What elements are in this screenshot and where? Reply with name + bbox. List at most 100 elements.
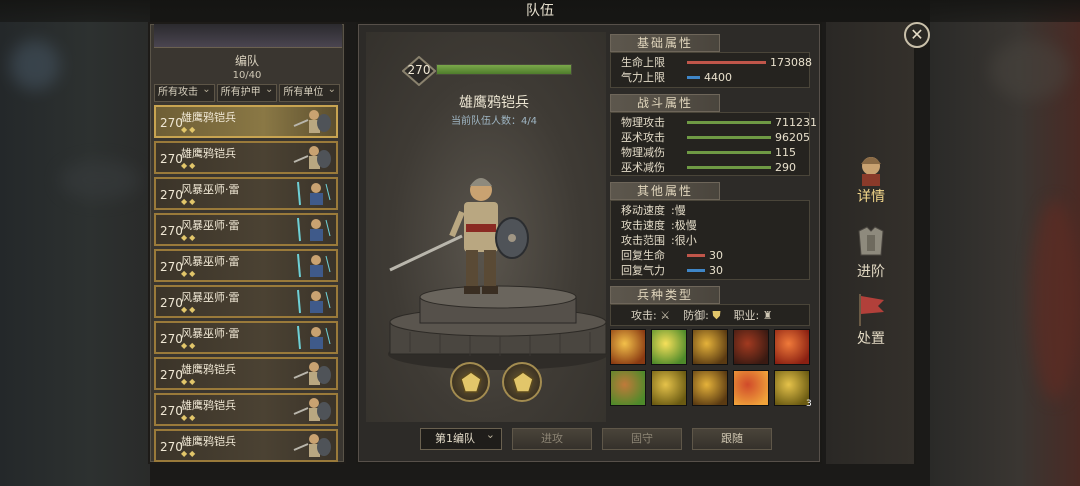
- experience-bar: [436, 64, 572, 75]
- unit-list-item[interactable]: 270 风暴巫师·雷 ◆◆: [154, 249, 338, 282]
- unit-item-name: 风暴巫师·雷: [181, 219, 240, 232]
- unit-item-level: 270: [160, 296, 183, 310]
- roster-title: 编队: [234, 54, 259, 68]
- background-blur: [60, 160, 140, 200]
- follow-command-button[interactable]: 跟随: [692, 428, 772, 450]
- unit-list-item[interactable]: 270 雄鹰鸦铠兵 ◆◆: [154, 429, 338, 462]
- unit-item-stars: ◆◆: [181, 125, 198, 134]
- stat-label: 攻击速度: [621, 219, 665, 232]
- skill-icon[interactable]: [733, 329, 769, 365]
- armor-icon: [858, 226, 884, 256]
- class-icon: ♜: [762, 309, 773, 322]
- unit-filter-dropdown[interactable]: 所有单位: [279, 82, 341, 102]
- squad-dropdown[interactable]: 第1编队: [420, 425, 502, 450]
- skill-icon[interactable]: [733, 370, 769, 406]
- skill-icon[interactable]: [610, 329, 646, 365]
- other-attributes-title: 其他属性: [610, 182, 720, 200]
- tab-details[interactable]: 详情: [826, 142, 916, 212]
- ability-button-1[interactable]: [450, 362, 490, 402]
- attack-command-button[interactable]: 进攻: [512, 428, 592, 450]
- squad-count: 当前队伍人数：4/4: [450, 116, 538, 127]
- stat-row: 生命上限 173088: [617, 55, 812, 70]
- stat-row: 攻击范围 :很小: [617, 233, 809, 248]
- stat-label: 巫术攻击: [621, 131, 665, 144]
- skill-icon[interactable]: [692, 370, 728, 406]
- unit-item-name: 风暴巫师·雷: [181, 255, 240, 268]
- soldier-portrait-icon: [293, 362, 331, 385]
- unit-name: 雄鹰鸦铠兵: [459, 95, 529, 111]
- unit-list-item[interactable]: 270 风暴巫师·雷 ◆◆: [154, 285, 338, 318]
- close-icon: ✕: [910, 25, 924, 44]
- mage-portrait-icon: [297, 217, 331, 242]
- unit-list-item[interactable]: 270 风暴巫师·雷 ◆◆: [154, 213, 338, 246]
- stat-row: 巫术减伤 290: [617, 160, 809, 175]
- stat-row: 巫术攻击 96205: [617, 130, 810, 145]
- stat-value: 290: [775, 161, 796, 174]
- shield-icon: ⛊: [712, 309, 721, 322]
- stat-bar: [687, 269, 705, 272]
- unit-list-item[interactable]: 270 雄鹰鸦铠兵 ◆◆: [154, 105, 338, 138]
- stat-label: 攻击范围: [621, 234, 665, 247]
- stat-label: 回复气力: [621, 264, 665, 277]
- stat-value: 30: [709, 249, 723, 262]
- mage-portrait-icon: [297, 289, 331, 314]
- unit-item-name: 雄鹰鸦铠兵: [181, 363, 236, 376]
- stat-row: 气力上限 4400: [617, 70, 809, 85]
- tab-advance[interactable]: 进阶: [826, 217, 916, 287]
- stat-row: 移动速度:慢: [617, 203, 809, 218]
- ability-button-2[interactable]: [502, 362, 542, 402]
- unit-list-item[interactable]: 270 风暴巫师·雷 ◆◆: [154, 177, 338, 210]
- skill-icon[interactable]: [774, 329, 810, 365]
- experience-bar-fill: [437, 65, 571, 74]
- defense-type-label: 防御:: [683, 309, 709, 322]
- tab-dispose-label: 处置: [857, 331, 885, 347]
- roster-header-image: [154, 24, 342, 48]
- unit-list[interactable]: 270 雄鹰鸦铠兵 ◆◆ 270 雄鹰鸦铠兵 ◆◆ 270 风暴巫师·雷 ◆◆ 270 风暴巫师·雷…: [154, 105, 340, 463]
- troop-type-title: 兵种类型: [610, 286, 720, 304]
- stat-label: 气力上限: [621, 71, 665, 84]
- unit-item-level: 270: [160, 260, 183, 274]
- unit-item-name: 风暴巫师·雷: [181, 183, 240, 196]
- unit-item-stars: ◆◆: [181, 269, 198, 278]
- stat-row: 物理减伤 115: [617, 145, 809, 160]
- basic-attributes: 生命上限 173088 气力上限 4400: [610, 52, 812, 88]
- unit-list-item[interactable]: 270 雄鹰鸦铠兵 ◆◆: [154, 141, 338, 174]
- stat-bar: [687, 76, 700, 79]
- stat-value: :很小: [671, 234, 697, 247]
- skill-icon[interactable]: [651, 329, 687, 365]
- command-bar: 第1编队 进攻 固守 跟随: [420, 425, 780, 452]
- skill-icon[interactable]: [774, 370, 810, 406]
- skill-icon[interactable]: [651, 370, 687, 406]
- attack-type-label: 攻击:: [631, 309, 657, 322]
- background-right: [930, 0, 1080, 486]
- unit-item-level: 270: [160, 152, 183, 166]
- stat-bar: [687, 136, 771, 139]
- flag-icon: [859, 294, 884, 326]
- class-type-label: 职业:: [733, 309, 760, 322]
- attack-filter-dropdown[interactable]: 所有攻击: [154, 82, 215, 102]
- skill-icon[interactable]: [610, 370, 646, 406]
- roster-count: 10/40: [232, 70, 262, 81]
- tab-dispose[interactable]: 处置: [826, 284, 916, 354]
- unit-item-name: 雄鹰鸦铠兵: [181, 147, 236, 160]
- background-blur: [1030, 200, 1080, 400]
- unit-figure-on-pedestal: [388, 178, 608, 370]
- basic-attributes-title: 基础属性: [610, 34, 720, 52]
- unit-list-item[interactable]: 270 风暴巫师·雷 ◆◆: [154, 321, 338, 354]
- unit-list-item[interactable]: 270 雄鹰鸦铠兵 ◆◆: [154, 357, 338, 390]
- defend-command-button[interactable]: 固守: [602, 428, 682, 450]
- unit-item-name: 雄鹰鸦铠兵: [181, 111, 236, 124]
- stat-bar: [687, 151, 771, 154]
- combat-attributes-title: 战斗属性: [610, 94, 720, 112]
- soldier-portrait-icon: [293, 398, 331, 421]
- unit-item-name: 风暴巫师·雷: [181, 327, 240, 340]
- tab-details-label: 详情: [857, 189, 885, 205]
- stat-bar: [687, 166, 771, 169]
- skill-icon[interactable]: [692, 329, 728, 365]
- unit-list-item[interactable]: 270 雄鹰鸦铠兵 ◆◆: [154, 393, 338, 426]
- close-button[interactable]: ✕: [904, 22, 930, 48]
- armor-filter-dropdown[interactable]: 所有护甲: [216, 82, 278, 102]
- stat-label: 移动速度: [621, 204, 665, 217]
- stat-value: 711231: [775, 116, 817, 129]
- unit-item-name: 风暴巫师·雷: [181, 291, 240, 304]
